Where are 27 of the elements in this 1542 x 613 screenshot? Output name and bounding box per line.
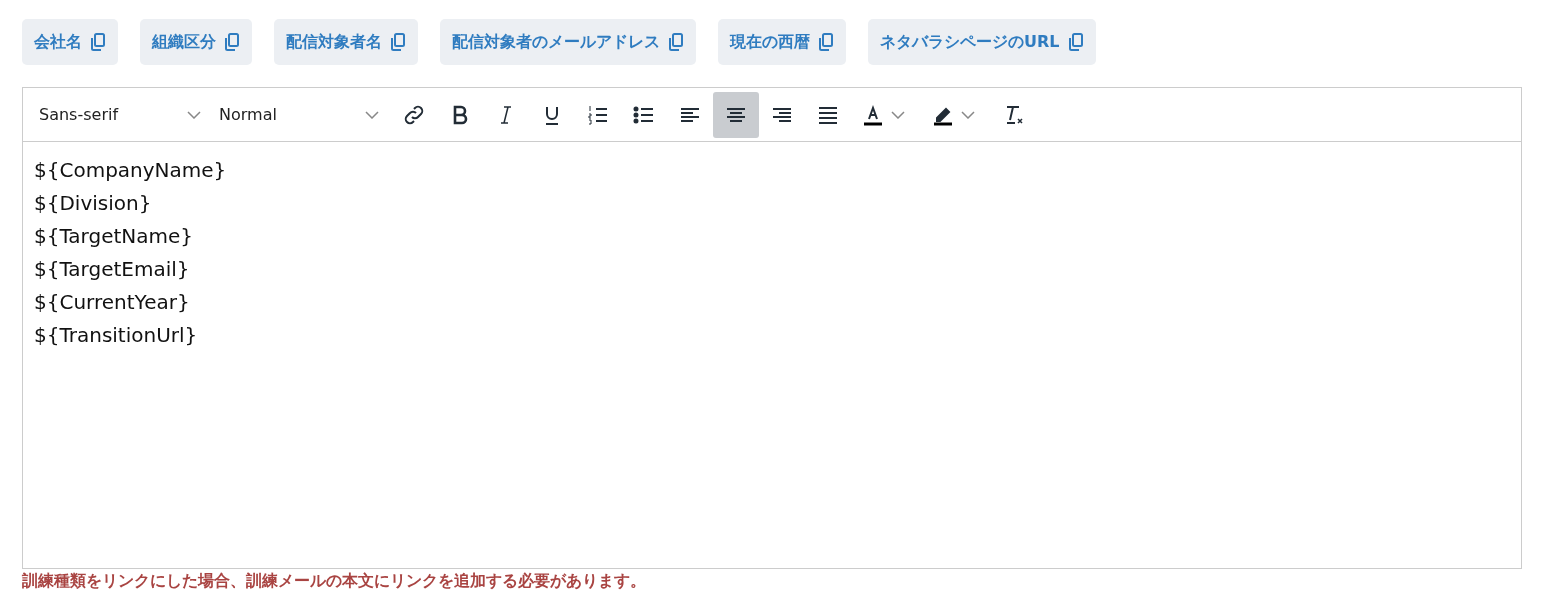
chevron-down-icon — [365, 110, 379, 119]
warning-message: 訓練種類をリンクにした場合、訓練メールの本文にリンクを追加する必要があります。 — [22, 571, 647, 592]
editor-text-line: ${TransitionUrl} — [34, 322, 199, 349]
copy-icon — [1067, 33, 1084, 51]
copy-variable-button[interactable]: 現在の西暦 — [718, 19, 846, 65]
chevron-down-icon — [891, 110, 905, 119]
copy-variable-button[interactable]: 配信対象者名 — [274, 19, 418, 65]
copy-variable-button[interactable]: 配信対象者のメールアドレス — [440, 19, 696, 65]
chevron-down-icon — [961, 110, 975, 119]
editor-body[interactable]: ${CompanyName} ${Division} ${TargetName} ${TargetEmail} ${CurrentYear} ${TransitionUrl} — [23, 142, 1521, 364]
copy-variable-button[interactable]: ネタバラシページのURL — [868, 19, 1096, 65]
editor-text-line: ${TargetEmail} — [34, 256, 191, 283]
size-picker[interactable]: Normal — [219, 105, 379, 124]
copy-icon — [90, 33, 106, 51]
copy-variable-button[interactable]: 組織区分 — [140, 19, 252, 65]
font-picker[interactable]: Sans-serif — [39, 105, 201, 124]
copy-icon — [390, 33, 406, 51]
copy-icon — [818, 33, 834, 51]
editor-text-line: ${CompanyName} — [34, 157, 228, 184]
toolbar-button[interactable] — [713, 91, 759, 138]
copy-icon — [224, 33, 240, 51]
chevron-down-icon — [187, 110, 201, 119]
editor-text-line: ${CurrentYear} — [34, 289, 191, 316]
copy-variable-button[interactable]: 会社名 — [22, 19, 118, 65]
copy-icon — [668, 33, 684, 51]
editor-text-line: ${Division} — [34, 190, 153, 217]
editor-text-line: ${TargetName} — [34, 223, 195, 250]
